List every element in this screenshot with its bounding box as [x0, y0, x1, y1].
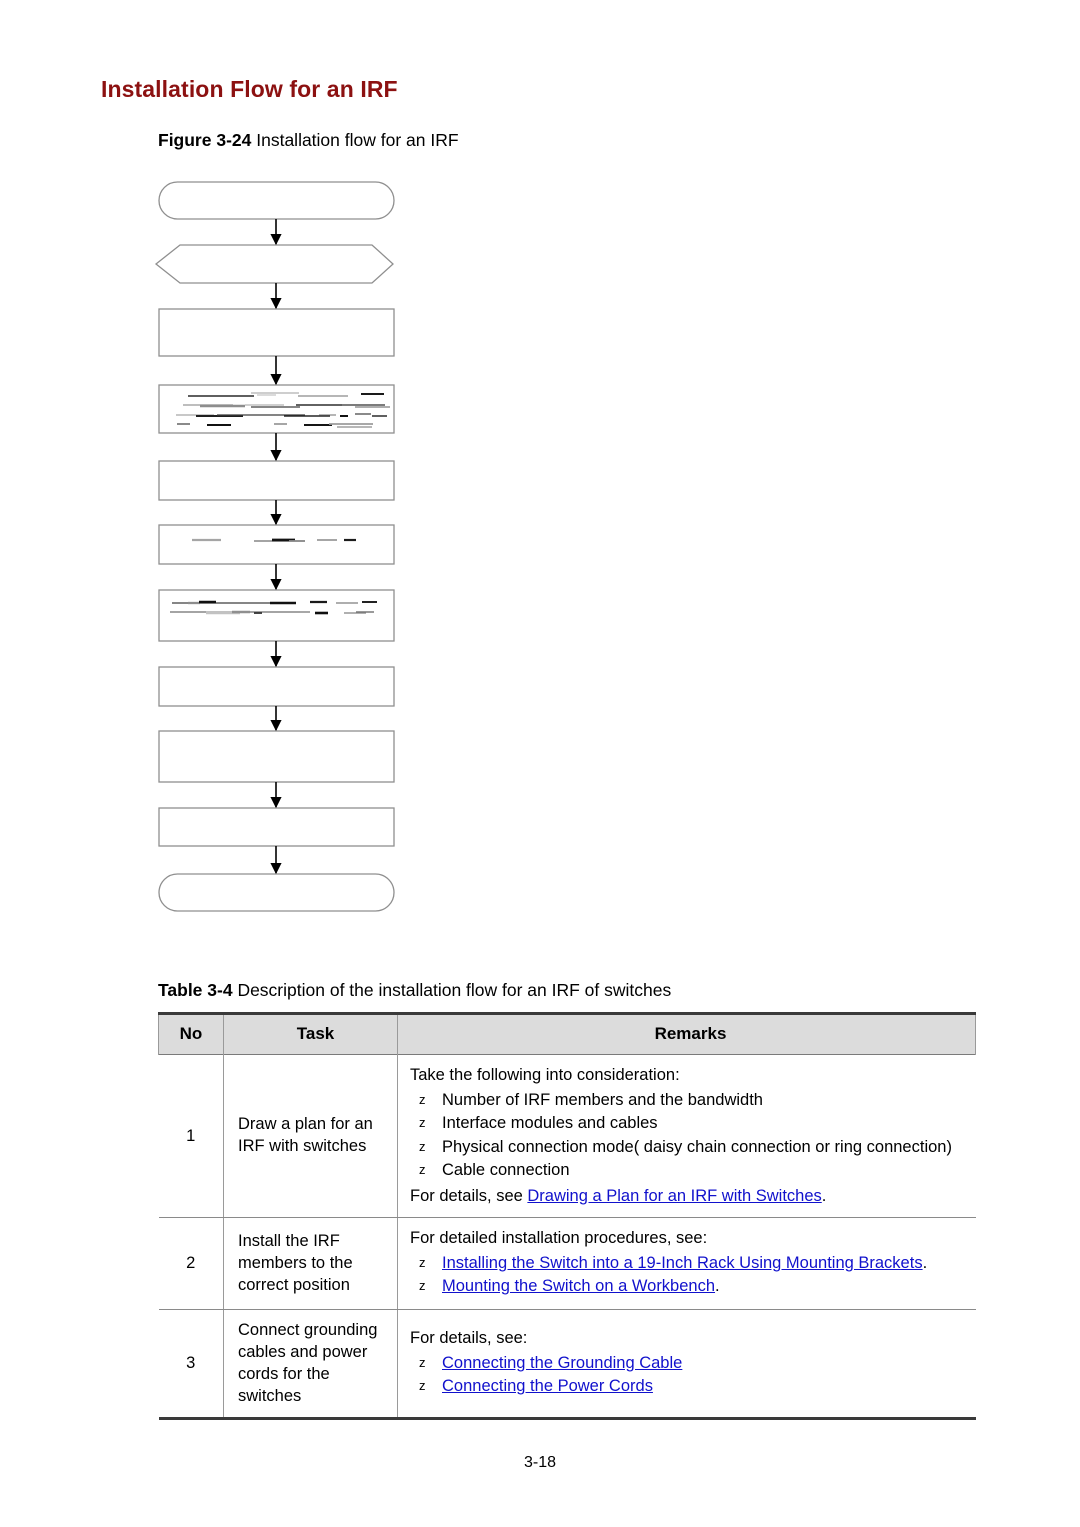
table-row: 3 Connect grounding cables and power cord… [158, 1309, 976, 1421]
figure-caption: Figure 3-24 Installation flow for an IRF [158, 130, 459, 151]
cell-no: 1 [158, 1054, 224, 1219]
flow-node-step5 [158, 589, 395, 642]
column-header-remarks: Remarks [397, 1013, 976, 1055]
table-caption-text: Description of the installation flow for… [232, 980, 672, 1000]
list-item: z Interface modules and cables [410, 1113, 970, 1134]
flow-label-smudges [170, 392, 390, 615]
remarks-lead-text: For details, see: [410, 1329, 528, 1348]
remarks-bullet-list: z Installing the Switch into a 19-Inch Ra… [410, 1253, 970, 1298]
table-row: 2 Install the IRF members to the correct … [158, 1217, 976, 1311]
list-item-label: Physical connection mode( daisy chain co… [442, 1137, 952, 1156]
flow-node-step7 [158, 730, 395, 783]
figure-caption-label: Figure 3-24 [158, 130, 252, 150]
flow-node-step6 [158, 666, 395, 707]
flow-node-step2 [158, 384, 395, 434]
page-title: Installation Flow for an IRF [101, 76, 398, 102]
list-item: z Mounting the Switch on a Workbench. [419, 1276, 720, 1295]
flow-node-start [158, 181, 395, 220]
cross-reference-link[interactable]: Connecting the Power Cords [442, 1377, 653, 1395]
flow-node-end [158, 873, 395, 912]
table-head: No Task Remarks [158, 1013, 976, 1055]
flow-node-hexagon [154, 244, 394, 284]
column-header-task: Task [223, 1013, 398, 1055]
table-header-row: No Task Remarks [158, 1013, 976, 1055]
list-item-label: Interface modules and cables [442, 1114, 658, 1133]
flow-node-step1 [158, 308, 395, 357]
cross-reference-link[interactable]: Connecting the Grounding Cable [442, 1354, 682, 1372]
list-item: z Cable connection [410, 1160, 970, 1181]
flow-node-step8 [158, 807, 395, 847]
table-caption: Table 3-4 Description of the installatio… [158, 980, 671, 1001]
bullet-z-icon: z [419, 1138, 426, 1154]
remarks-tail-suffix: . [821, 1186, 827, 1205]
bullet-z-icon: z [419, 1115, 426, 1131]
cell-task: Connect grounding cables and power cords… [223, 1309, 398, 1421]
installation-flow-table: No Task Remarks 1 Draw a plan for an IRF … [158, 1012, 976, 1421]
list-item-label: Number of IRF members and the bandwidth [442, 1090, 763, 1109]
remarks-lead-text: Take the following into consideration: [410, 1066, 680, 1085]
bullet-z-icon: z [419, 1162, 426, 1178]
cell-task: Draw a plan for an IRF with switches [223, 1054, 398, 1219]
list-item-label: Cable connection [442, 1161, 570, 1180]
cell-remarks: For details, see: z Connecting the Groundi… [397, 1309, 976, 1421]
remarks-tail-prefix: For details, see [410, 1186, 528, 1205]
bullet-z-icon: z [419, 1091, 426, 1107]
flow-node-step3 [158, 460, 395, 501]
bullet-z-icon: z [419, 1277, 426, 1293]
column-header-no: No [158, 1013, 224, 1055]
table-body: 1 Draw a plan for an IRF with switches Tak… [158, 1054, 976, 1421]
cell-no: 3 [158, 1309, 224, 1421]
table-row: 1 Draw a plan for an IRF with switches Tak… [158, 1054, 976, 1219]
list-item: z Installing the Switch into a 19-Inch Ra… [419, 1253, 928, 1272]
remarks-bullet-list: z Number of IRF members and the bandwidth… [410, 1090, 970, 1182]
list-item: z Connecting the Power Cords [410, 1376, 970, 1397]
remarks-tail-text: For details, see Drawing a Plan for an I… [410, 1186, 970, 1207]
remarks-lead-text: For detailed installation procedures, se… [410, 1229, 708, 1248]
list-item: z Number of IRF members and the bandwidth [410, 1090, 970, 1111]
cell-task: Install the IRF members to the correct p… [223, 1217, 398, 1311]
remarks-bullet-list: z Connecting the Grounding Cable z Connecti… [410, 1353, 970, 1398]
figure-caption-text: Installation flow for an IRF [251, 130, 459, 150]
cell-no: 2 [158, 1217, 224, 1311]
flow-node-step4 [158, 524, 395, 565]
bullet-z-icon: z [419, 1354, 426, 1370]
bullet-z-icon: z [419, 1378, 426, 1394]
table-caption-label: Table 3-4 [158, 980, 233, 1000]
cross-reference-link[interactable]: Drawing a Plan for an IRF with Switches [527, 1187, 821, 1205]
cell-remarks: For detailed installation procedures, se… [397, 1217, 976, 1311]
cell-remarks: Take the following into consideration: z N… [397, 1054, 976, 1219]
cross-reference-link[interactable]: Mounting the Switch on a Workbench [442, 1277, 715, 1295]
list-item: z Connecting the Grounding Cable [410, 1353, 970, 1374]
page-number: 3-18 [523, 1454, 557, 1471]
cross-reference-link[interactable]: Installing the Switch into a 19-Inch Rac… [442, 1254, 923, 1272]
list-item: z Physical connection mode( daisy chain c… [410, 1137, 970, 1158]
bullet-z-icon: z [419, 1254, 426, 1270]
